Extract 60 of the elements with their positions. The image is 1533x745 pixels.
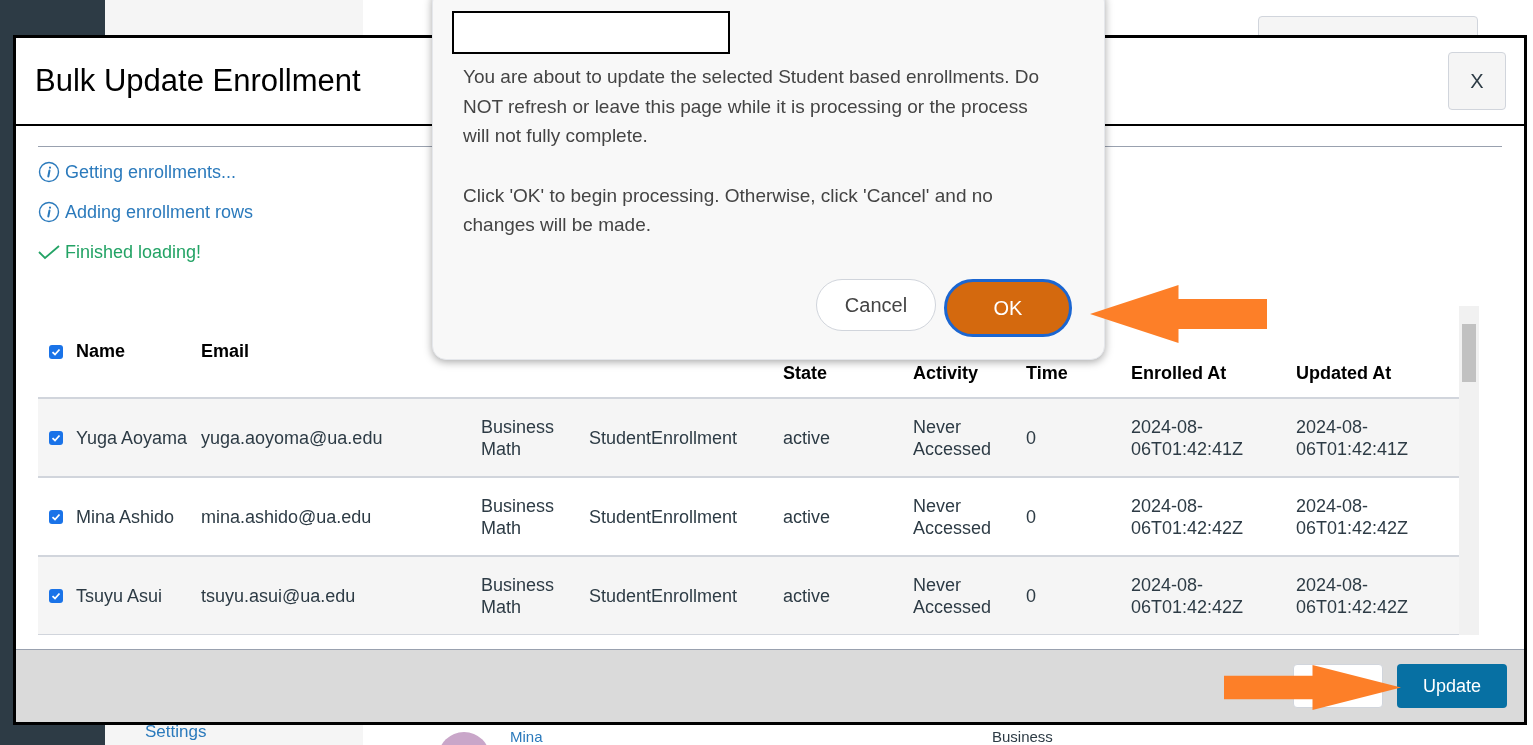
table-cell-text: tsuyu.asui@ua.edu	[201, 584, 357, 607]
check-icon	[51, 346, 61, 357]
table-cell-text: 0	[1026, 505, 1037, 528]
table-cell-text: Business Math	[481, 494, 556, 539]
update-button[interactable]: Update	[1397, 664, 1507, 708]
nav-link[interactable]: Settings	[145, 722, 207, 742]
table-cell-text: Business Math	[481, 415, 556, 460]
column-header: State	[783, 362, 828, 385]
checkbox[interactable]	[49, 344, 63, 359]
table-cell-text: Never Accessed	[913, 573, 993, 618]
table-cell-text: Yuga Aoyama	[76, 426, 189, 449]
table-cell-text: active	[783, 426, 832, 449]
student-link[interactable]: Mina	[510, 729, 543, 745]
table-cell-text: Business Math	[481, 573, 556, 618]
status-message: Getting enrollments...	[65, 161, 237, 184]
table-cell-text: Tsuyu Asui	[76, 584, 164, 607]
status-message: Adding enrollment rows	[65, 201, 254, 224]
column-header: Email	[201, 340, 251, 363]
dialog-message: Click 'OK' to begin processing. Otherwise, click 'Cancel' and no changes will be made.	[463, 183, 994, 237]
table-cell-text: mina.ashido@ua.edu	[201, 505, 373, 528]
check-icon	[51, 511, 61, 522]
table-cell-text: yuga.aoyoma@ua.edu	[201, 426, 384, 449]
scrollbar[interactable]	[1459, 306, 1479, 635]
table-cell-text: 2024-08-06T01:42:41Z	[1131, 415, 1245, 460]
course-text: Business	[992, 729, 1053, 745]
checkbox[interactable]	[49, 588, 63, 603]
column-header: Time	[1026, 362, 1069, 385]
info-icon	[38, 201, 60, 223]
close-button[interactable]: X	[1448, 52, 1506, 110]
checkmark-icon	[38, 244, 60, 260]
column-header: Updated At	[1296, 362, 1393, 385]
table-cell-text: 2024-08-06T01:42:42Z	[1131, 494, 1245, 539]
column-header: Name	[76, 340, 127, 363]
table-cell-text: StudentEnrollment	[589, 426, 739, 449]
column-header: Activity	[913, 362, 980, 385]
table-cell-text: StudentEnrollment	[589, 584, 739, 607]
table-cell-text: 0	[1026, 426, 1037, 449]
table-cell-text: Never Accessed	[913, 415, 993, 460]
arrow-icon	[1090, 285, 1267, 343]
table-cell-text: 2024-08-06T01:42:42Z	[1296, 573, 1410, 618]
table-cell-text: Mina Ashido	[76, 505, 176, 528]
table-cell-text: active	[783, 584, 832, 607]
table-cell-text: 2024-08-06T01:42:42Z	[1296, 494, 1410, 539]
table-cell-text: active	[783, 505, 832, 528]
status-message: Finished loading!	[65, 241, 202, 264]
dialog-message: You are about to update the selected Student based enrollments. Do NOT refresh or leave this page while it is processing or the process will not fully complete.	[463, 65, 1041, 148]
table-cell-text: 2024-08-06T01:42:42Z	[1131, 573, 1245, 618]
table-cell-text: Never Accessed	[913, 494, 993, 539]
checkbox[interactable]	[49, 430, 63, 445]
table-cell-text: 2024-08-06T01:42:41Z	[1296, 415, 1410, 460]
modal-title: Bulk Update Enrollment	[35, 61, 361, 100]
check-icon	[51, 432, 61, 443]
table-cell-text: StudentEnrollment	[589, 505, 739, 528]
check-icon	[51, 590, 61, 601]
column-header: Enrolled At	[1131, 362, 1228, 385]
info-icon	[38, 161, 60, 183]
cancel-button[interactable]: Cancel	[816, 279, 936, 331]
table-cell-text: 0	[1026, 584, 1037, 607]
ok-button[interactable]: OK	[944, 279, 1072, 337]
checkbox[interactable]	[49, 509, 63, 524]
